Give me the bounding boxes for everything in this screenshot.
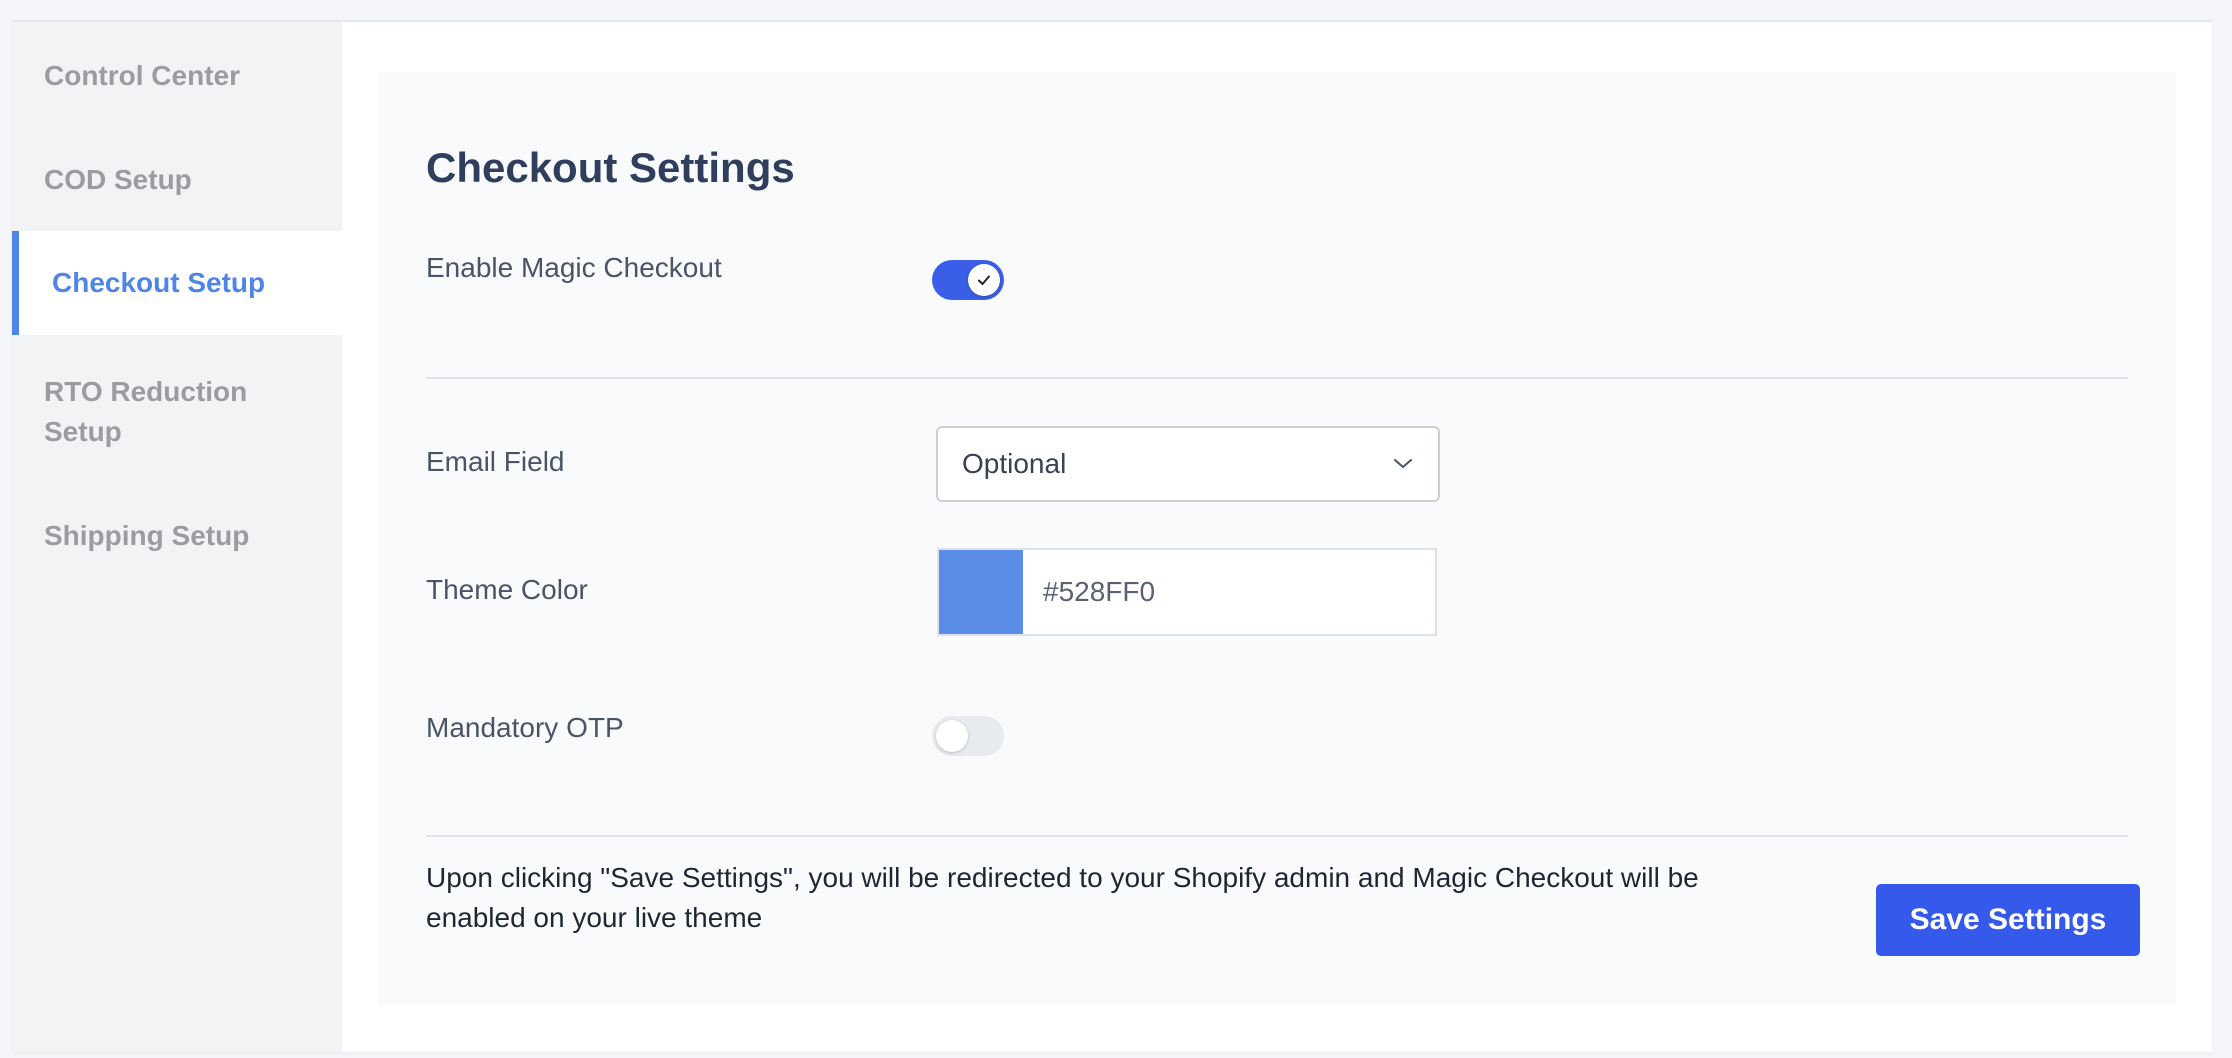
theme-color-field[interactable]: #528FF0 — [1023, 550, 1435, 634]
theme-color-swatch[interactable] — [939, 550, 1023, 634]
chevron-down-icon — [1394, 459, 1412, 468]
toggle-knob — [968, 264, 1000, 296]
section-divider — [426, 377, 2128, 379]
email-field-value: Optional — [962, 448, 1067, 479]
section-divider — [426, 835, 2128, 837]
sidebar-item-label: RTO Reduction Setup — [44, 376, 248, 447]
sidebar-item-control-center[interactable]: Control Center — [12, 56, 342, 96]
mandatory-otp-label: Mandatory OTP — [426, 712, 624, 743]
sidebar-item-shipping-setup[interactable]: Shipping Setup — [12, 516, 342, 556]
check-icon — [978, 275, 990, 285]
sidebar: Control Center COD Setup Checkout Setup … — [12, 22, 342, 1052]
save-info-note: Upon clicking "Save Settings", you will … — [426, 862, 1699, 933]
sidebar-item-label: Shipping Setup — [44, 520, 250, 551]
settings-panel: Checkout Settings Enable Magic Checkout … — [378, 72, 2176, 1004]
save-settings-button[interactable]: Save Settings — [1876, 884, 2140, 956]
mandatory-otp-toggle[interactable] — [932, 716, 1004, 756]
sidebar-item-cod-setup[interactable]: COD Setup — [12, 160, 342, 200]
magic-checkout-toggle[interactable] — [932, 260, 1004, 300]
email-field-label: Email Field — [426, 446, 565, 477]
sidebar-item-label: Checkout Setup — [52, 267, 266, 298]
theme-color-input: #528FF0 — [937, 548, 1437, 636]
sidebar-item-rto-reduction-setup[interactable]: RTO Reduction Setup — [12, 372, 342, 456]
toggle-knob — [936, 720, 968, 752]
theme-color-label: Theme Color — [426, 574, 588, 605]
sidebar-item-label: Control Center — [44, 60, 240, 91]
sidebar-item-label: COD Setup — [44, 164, 192, 195]
sidebar-item-checkout-setup[interactable]: Checkout Setup — [12, 231, 342, 335]
email-field-select[interactable]: Optional — [936, 426, 1440, 502]
magic-checkout-label: Enable Magic Checkout — [426, 252, 722, 283]
app-window: Control Center COD Setup Checkout Setup … — [12, 20, 2212, 1052]
page-title: Checkout Settings — [426, 144, 795, 191]
